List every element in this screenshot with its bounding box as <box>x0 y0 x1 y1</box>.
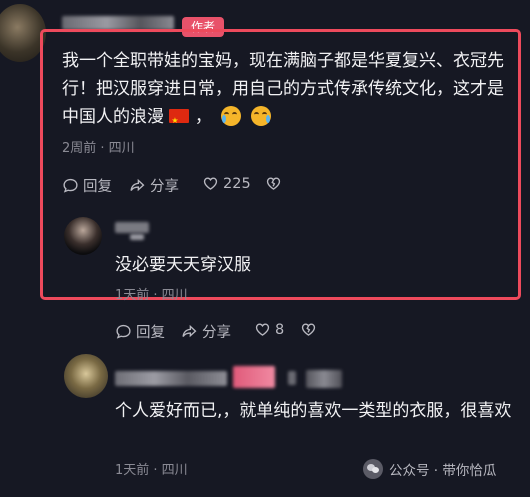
dislike-button[interactable] <box>265 175 282 192</box>
reply-button[interactable]: 回复 <box>62 175 112 196</box>
reply-icon <box>63 178 78 193</box>
share-button[interactable]: 分享 <box>181 321 231 342</box>
heart-icon <box>255 323 270 336</box>
dislike-icon <box>301 323 316 336</box>
watermark-label: 公众号 · 带你恰瓜 <box>389 463 497 479</box>
dislike-button[interactable] <box>300 321 317 338</box>
flag-cn-icon <box>169 107 190 135</box>
reply-label: 回复 <box>83 179 112 195</box>
heart-icon <box>203 177 218 190</box>
share-icon <box>130 178 145 192</box>
reply-name-blurred[interactable] <box>115 222 149 233</box>
commenter-name-blurred[interactable] <box>62 16 174 30</box>
wechat-icon <box>363 459 383 479</box>
reply-avatar[interactable] <box>64 354 108 398</box>
like-button[interactable]: 225 <box>202 175 251 192</box>
reply-text: 个人爱好而已,，就单纯的喜欢一类型的衣服，很喜欢 <box>115 401 512 421</box>
reply-icon <box>116 324 131 339</box>
reply-time-location: 1天前 · 四川 <box>115 288 188 303</box>
comment-text: 我一个全职带娃的宝妈，现在满脑子都是华夏复兴、衣冠先行！把汉服穿进日常，用自己的… <box>62 47 512 135</box>
reply-button[interactable]: 回复 <box>115 321 165 342</box>
crying-laugh-icon <box>250 106 271 126</box>
reply-badge-blurred <box>233 366 275 388</box>
share-button[interactable]: 分享 <box>129 175 179 196</box>
like-count: 225 <box>223 175 251 192</box>
dislike-icon <box>266 177 281 190</box>
reply-name-blurred[interactable] <box>115 371 227 386</box>
reply-badge-blurred <box>288 371 296 385</box>
like-button[interactable]: 8 <box>254 321 284 338</box>
reply-name-blurred <box>130 234 144 240</box>
reply-avatar[interactable] <box>64 217 102 255</box>
reply-time-location: 1天前 · 四川 <box>115 463 188 478</box>
share-icon <box>182 324 197 338</box>
like-count: 8 <box>275 321 285 338</box>
reply-badge-blurred <box>306 370 342 388</box>
reply-label: 回复 <box>136 325 165 341</box>
watermark: 公众号 · 带你恰瓜 <box>363 459 496 479</box>
crying-laugh-icon <box>221 106 242 126</box>
share-label: 分享 <box>202 325 231 341</box>
reply-text: 没必要天天穿汉服 <box>115 255 251 275</box>
comment-time-location: 2周前 · 四川 <box>62 141 135 156</box>
share-label: 分享 <box>150 179 179 195</box>
comment-text-punct: ， <box>194 107 212 127</box>
comment-text-body: 我一个全职带娃的宝妈，现在满脑子都是华夏复兴、衣冠先行！把汉服穿进日常，用自己的… <box>62 51 504 127</box>
